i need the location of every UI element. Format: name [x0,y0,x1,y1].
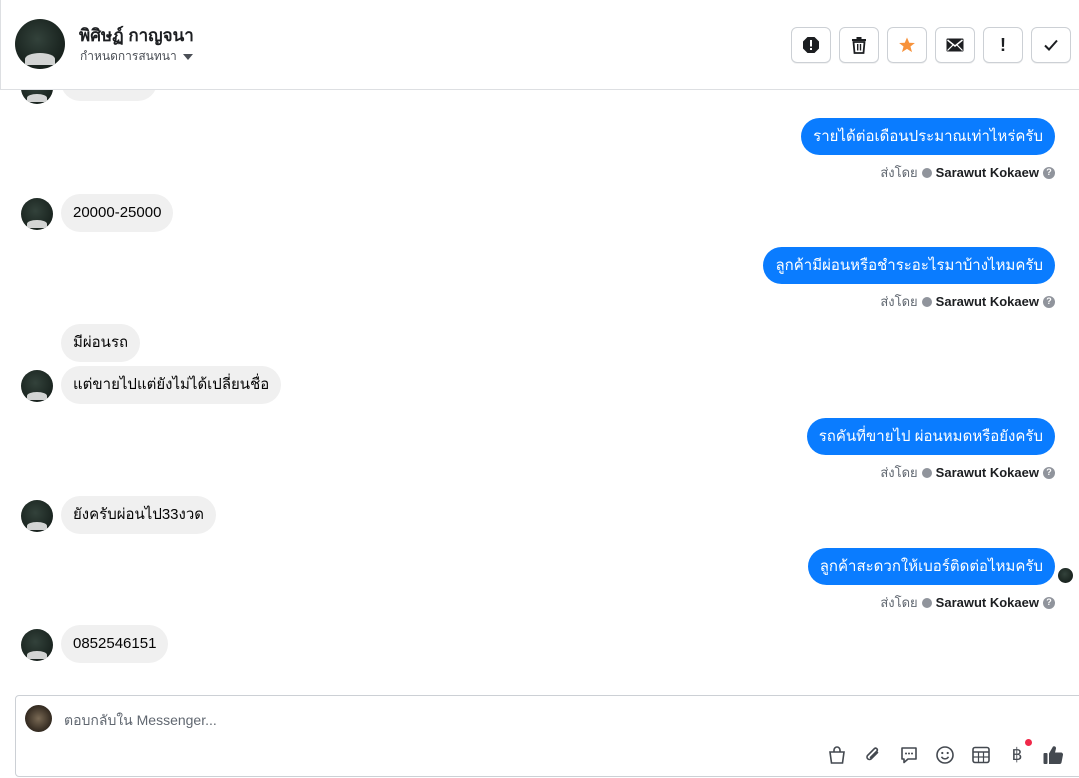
conversation-header: พิศิษฏ์ กาญจนา กำหนดการสนทนา ! [0,0,1079,90]
shopping-bag-icon [829,746,845,764]
message-bubble-incoming [61,90,157,101]
chevron-down-icon [182,53,193,60]
message-thread: รายได้ต่อเดือนประมาณเท่าไหร่ครับ ส่งโดย … [0,90,1079,693]
shop-button[interactable] [826,744,848,766]
contact-avatar-small [21,90,53,104]
message-bubble-outgoing: รายได้ต่อเดือนประมาณเท่าไหร่ครับ [801,118,1055,155]
mark-done-button[interactable] [1031,27,1071,63]
contact-avatar-small[interactable] [21,198,53,230]
contact-avatar[interactable] [15,19,65,69]
notification-dot [1025,739,1032,746]
conversation-options-label: กำหนดการสนทนา [80,49,177,63]
like-button[interactable] [1042,744,1064,766]
sent-by-info: ส่งโดย Sarawut Kokaew ? [880,462,1055,483]
message-bubble-outgoing: ลูกค้าสะดวกให้เบอร์ติดต่อไหมครับ [807,548,1055,585]
attach-button[interactable] [862,744,884,766]
verified-icon [921,296,932,307]
conversation-toolbar: ! [791,27,1071,63]
sender-name[interactable]: Sarawut Kokaew [936,465,1039,480]
sent-by-info: ส่งโดย Sarawut Kokaew ? [880,592,1055,613]
check-icon [1044,39,1058,51]
message-bubble-incoming: มีผ่อนรถ [61,324,141,362]
saved-replies-button[interactable] [898,744,920,766]
sent-by-info: ส่งโดย Sarawut Kokaew ? [880,162,1055,183]
contact-avatar-small[interactable] [21,500,53,532]
trash-icon [852,37,866,54]
page-avatar [25,705,52,732]
reply-composer: ฿ [15,695,1079,777]
payment-button[interactable]: ฿ [1006,739,1032,766]
sender-name[interactable]: Sarawut Kokaew [936,595,1039,610]
sent-by-label: ส่งโดย [880,165,918,180]
message-bubble-incoming: 20000-25000 [61,194,174,232]
sender-name[interactable]: Sarawut Kokaew [936,294,1039,309]
quick-reply-icon [901,747,917,764]
sent-by-label: ส่งโดย [880,595,918,610]
conversation-options-dropdown[interactable]: กำหนดการสนทนา [80,47,193,66]
sent-by-label: ส่งโดย [880,294,918,309]
favorite-button[interactable] [887,27,927,63]
sent-by-info: ส่งโดย Sarawut Kokaew ? [880,291,1055,312]
contact-avatar-small[interactable] [21,370,53,402]
reply-input[interactable] [64,710,764,730]
delete-button[interactable] [839,27,879,63]
message-bubble-outgoing: ลูกค้ามีผ่อนหรือชำระอะไรมาบ้างไหมครับ [763,247,1055,284]
mail-icon [946,38,964,52]
verified-icon [921,597,932,608]
help-icon[interactable]: ? [1043,166,1055,179]
sender-name[interactable]: Sarawut Kokaew [936,165,1039,180]
message-bubble-outgoing: รถคันที่ขายไป ผ่อนหมดหรือยังครับ [806,418,1055,455]
sent-by-label: ส่งโดย [880,465,918,480]
verified-icon [921,167,932,178]
help-icon[interactable]: ? [1043,466,1055,479]
report-button[interactable] [791,27,831,63]
appointment-button[interactable] [970,744,992,766]
contact-avatar-small[interactable] [21,629,53,661]
help-icon[interactable]: ? [1043,596,1055,609]
paperclip-icon [866,747,879,761]
verified-icon [921,467,932,478]
baht-icon: ฿ [1011,745,1023,764]
mark-unread-button[interactable] [935,27,975,63]
message-bubble-incoming: ยังครับผ่อนไป33งวด [61,496,217,534]
emoji-icon [936,746,954,764]
exclamation-icon: ! [1000,35,1006,55]
mark-spam-button[interactable]: ! [983,27,1023,63]
message-bubble-incoming: 0852546151 [61,625,169,663]
like-icon [1043,746,1064,765]
star-icon [899,37,915,53]
emoji-button[interactable] [934,744,956,766]
table-icon [972,746,990,764]
message-bubble-incoming: แต่ขายไปแต่ยังไม่ได้เปลี่ยนชื่อ [61,366,282,404]
contact-name[interactable]: พิศิษฏ์ กาญจนา [79,22,194,49]
report-icon [803,37,819,53]
seen-indicator-avatar [1058,568,1073,583]
composer-actions: ฿ [826,739,1064,766]
help-icon[interactable]: ? [1043,295,1055,308]
